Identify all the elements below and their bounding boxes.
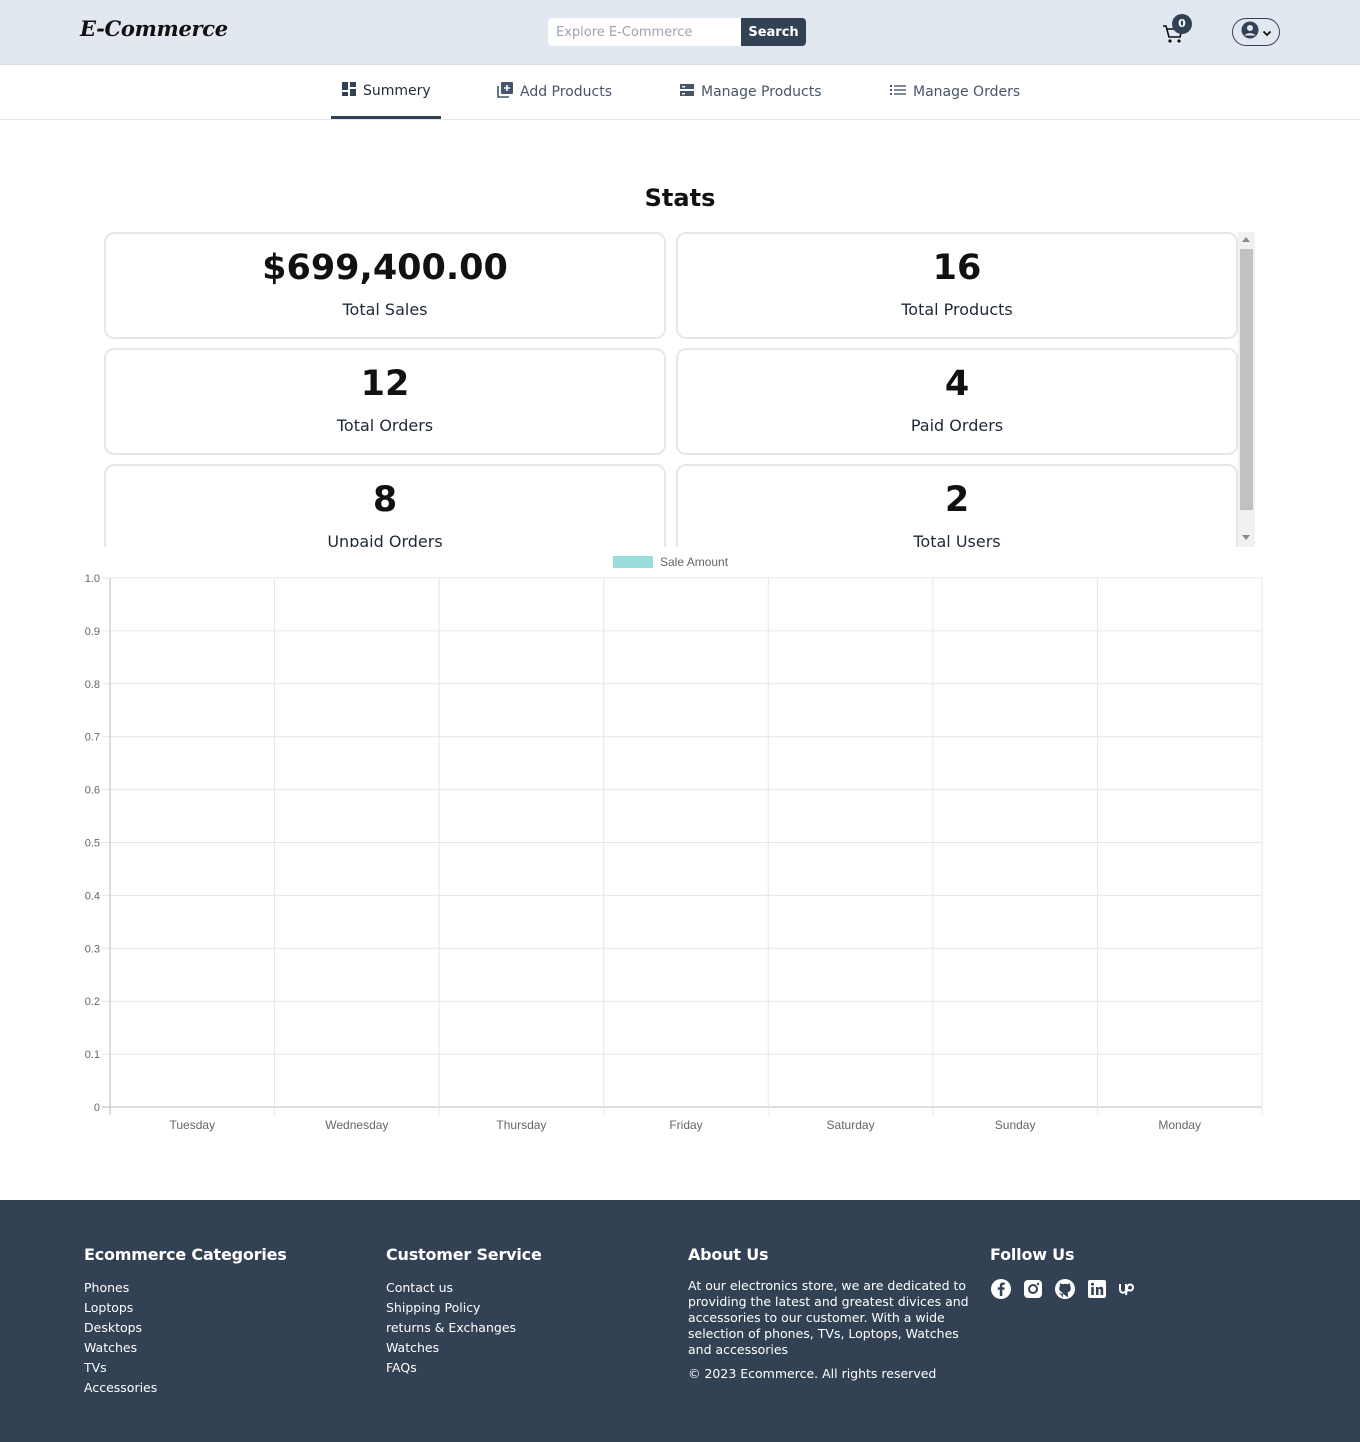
- stat-label: Total Users: [913, 532, 1001, 547]
- footer-link-shipping[interactable]: Shipping Policy: [386, 1298, 676, 1318]
- stat-label: Total Products: [901, 300, 1013, 319]
- x-tick-label: Tuesday: [169, 1118, 215, 1132]
- list-icon: [889, 82, 907, 102]
- footer-customer-service: Customer Service Contact us Shipping Pol…: [386, 1245, 676, 1378]
- y-tick-label: 0: [94, 1102, 100, 1114]
- stat-value: 12: [360, 364, 410, 404]
- x-tick-label: Saturday: [827, 1118, 875, 1132]
- stat-value: 8: [372, 480, 398, 520]
- search-button[interactable]: Search: [741, 18, 806, 46]
- stat-card-total-users: 2 Total Users: [676, 464, 1238, 547]
- stat-card-paid-orders: 4 Paid Orders: [676, 348, 1238, 455]
- footer-heading: Follow Us: [990, 1245, 1075, 1264]
- footer: Ecommerce Categories Phones Loptops Desk…: [0, 1200, 1360, 1442]
- copyright-text: © 2023 Ecommerce. All rights reserved: [688, 1366, 937, 1381]
- stats-scrollbar[interactable]: [1238, 232, 1255, 547]
- facebook-icon[interactable]: [990, 1278, 1012, 1300]
- footer-link-desktops[interactable]: Desktops: [84, 1318, 374, 1338]
- y-tick-label: 0.8: [85, 679, 100, 691]
- tab-label: Summery: [363, 82, 431, 99]
- user-menu-button[interactable]: [1232, 18, 1280, 46]
- stat-value: 4: [944, 364, 970, 404]
- footer-heading: Ecommerce Categories: [84, 1245, 287, 1264]
- tab-label: Manage Orders: [913, 84, 1021, 100]
- scroll-up-arrow-icon[interactable]: [1242, 237, 1250, 242]
- y-tick-label: 0.2: [85, 996, 100, 1008]
- stat-card-total-products: 16 Total Products: [676, 232, 1238, 339]
- stat-value: $699,400.00: [262, 248, 508, 288]
- user-avatar-icon: [1241, 21, 1259, 43]
- footer-link-phones[interactable]: Phones: [84, 1278, 374, 1298]
- scroll-down-arrow-icon[interactable]: [1242, 535, 1250, 540]
- y-tick-label: 0.4: [85, 890, 100, 902]
- footer-link-accessories[interactable]: Accessories: [84, 1378, 374, 1398]
- dashboard-tabs: Summery Add Products Manage Products Man…: [0, 65, 1360, 120]
- footer-heading: About Us: [688, 1245, 769, 1264]
- footer-about: About Us At our electronics store, we ar…: [688, 1245, 978, 1381]
- x-tick-label: Monday: [1158, 1118, 1201, 1132]
- stat-value: 16: [932, 248, 982, 288]
- tab-manage-orders[interactable]: Manage Orders: [879, 65, 1030, 119]
- footer-heading: Customer Service: [386, 1245, 542, 1264]
- stats-heading: Stats: [644, 184, 716, 212]
- stat-label: Unpaid Orders: [327, 532, 443, 547]
- tab-add-products[interactable]: Add Products: [486, 65, 622, 119]
- y-tick-label: 0.9: [85, 626, 100, 638]
- github-icon[interactable]: [1054, 1278, 1076, 1300]
- footer-link-returns[interactable]: returns & Exchanges: [386, 1318, 676, 1338]
- footer-follow: Follow Us: [990, 1245, 1280, 1300]
- footer-link-loptops[interactable]: Loptops: [84, 1298, 374, 1318]
- search-bar: Search: [548, 18, 806, 46]
- stat-label: Total Sales: [342, 300, 428, 319]
- legend-label[interactable]: Sale Amount: [660, 555, 729, 569]
- stat-value: 2: [944, 480, 970, 520]
- tab-summery[interactable]: Summery: [331, 65, 441, 119]
- x-tick-label: Thursday: [496, 1118, 546, 1132]
- footer-link-watches[interactable]: Watches: [84, 1338, 374, 1358]
- add-box-icon: [496, 81, 514, 103]
- about-text: At our electronics store, we are dedicat…: [688, 1278, 969, 1357]
- scroll-thumb[interactable]: [1240, 249, 1253, 510]
- stat-label: Paid Orders: [910, 416, 1004, 435]
- footer-link-faqs[interactable]: FAQs: [386, 1358, 676, 1378]
- y-tick-label: 0.7: [85, 732, 100, 744]
- x-tick-label: Wednesday: [325, 1118, 388, 1132]
- y-tick-label: 0.6: [85, 785, 100, 797]
- tab-label: Manage Products: [701, 84, 822, 100]
- cart-count-badge: 0: [1172, 14, 1192, 34]
- footer-link-contact[interactable]: Contact us: [386, 1278, 676, 1298]
- stat-card-unpaid-orders: 8 Unpaid Orders: [104, 464, 666, 547]
- tab-label: Add Products: [520, 84, 613, 100]
- y-tick-label: 0.5: [85, 838, 100, 850]
- y-tick-label: 1.0: [85, 573, 100, 585]
- y-tick-label: 0.3: [85, 943, 100, 955]
- sales-chart: 0 0.1 0.2 0.3 0.4 0.5 0.6 0.7 0.8 0.9 1.0 Tuesday We…: [85, 555, 1263, 1132]
- social-links: [990, 1278, 1280, 1300]
- chevron-down-icon: [1262, 23, 1272, 42]
- upwork-icon[interactable]: [1118, 1278, 1140, 1300]
- stat-card-total-orders: 12 Total Orders: [104, 348, 666, 455]
- footer-categories: Ecommerce Categories Phones Loptops Desk…: [84, 1245, 374, 1398]
- y-tick-label: 0.1: [85, 1049, 100, 1061]
- storage-icon: [679, 82, 695, 102]
- x-tick-label: Friday: [669, 1118, 702, 1132]
- linkedin-icon[interactable]: [1086, 1278, 1108, 1300]
- footer-link-tvs[interactable]: TVs: [84, 1358, 374, 1378]
- search-input[interactable]: [548, 18, 741, 46]
- stats-panel[interactable]: $699,400.00 Total Sales 16 Total Product…: [104, 232, 1256, 547]
- instagram-icon[interactable]: [1022, 1278, 1044, 1300]
- brand-logo[interactable]: E-Commerce: [80, 16, 228, 41]
- stat-label: Total Orders: [336, 416, 434, 435]
- stat-card-total-sales: $699,400.00 Total Sales: [104, 232, 666, 339]
- x-tick-label: Sunday: [995, 1118, 1036, 1132]
- legend-swatch[interactable]: [613, 556, 653, 568]
- top-navbar: E-Commerce Search 0: [0, 0, 1360, 65]
- tab-manage-products[interactable]: Manage Products: [669, 65, 832, 119]
- footer-link-watches[interactable]: Watches: [386, 1338, 676, 1358]
- dashboard-icon: [341, 81, 357, 101]
